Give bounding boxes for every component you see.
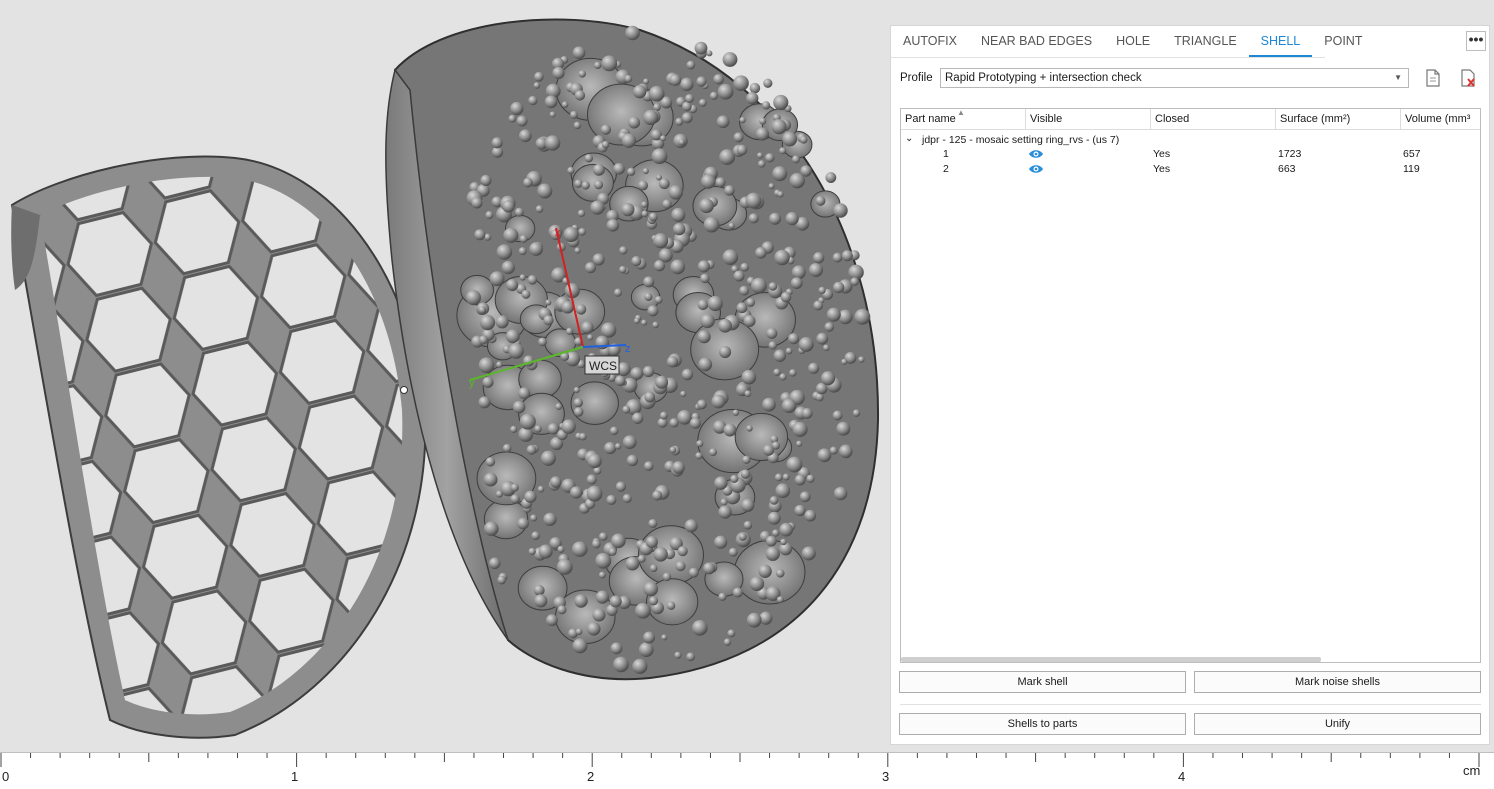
row-1-closed: Yes bbox=[1153, 148, 1171, 160]
shell-table[interactable]: Part name ▲ Visible Closed Surface (mm²)… bbox=[900, 108, 1481, 663]
tab-hole[interactable]: HOLE bbox=[1104, 26, 1162, 57]
unify-button[interactable]: Unify bbox=[1194, 713, 1481, 735]
row-2-closed: Yes bbox=[1153, 163, 1171, 175]
chevron-down-icon: ▼ bbox=[1394, 73, 1402, 82]
ruler-unit: cm bbox=[1463, 763, 1481, 778]
sort-asc-icon: ▲ bbox=[957, 108, 965, 117]
group-row-label[interactable]: jdpr - 125 - mosaic setting ring_rvs - (… bbox=[922, 133, 1119, 147]
tab-autofix[interactable]: AUTOFIX bbox=[891, 26, 969, 57]
ruler-label-1: 1 bbox=[291, 769, 299, 784]
shells-to-parts-button[interactable]: Shells to parts bbox=[899, 713, 1186, 735]
tab-near-bad-edges[interactable]: NEAR BAD EDGES bbox=[969, 26, 1104, 57]
profile-dropdown[interactable]: Rapid Prototyping + intersection check ▼ bbox=[940, 68, 1409, 88]
profile-label: Profile bbox=[900, 72, 933, 84]
ruler-label-3: 3 bbox=[882, 769, 890, 784]
mark-shell-button[interactable]: Mark shell bbox=[899, 671, 1186, 693]
eye-icon[interactable] bbox=[1028, 148, 1044, 160]
horizontal-scrollbar[interactable] bbox=[901, 657, 1321, 662]
chevron-down-icon[interactable]: ⌄ bbox=[905, 132, 913, 146]
z-axis-label: z bbox=[625, 343, 631, 355]
col-header-closed[interactable]: Closed bbox=[1151, 109, 1276, 130]
row-1-volume: 657 bbox=[1403, 148, 1421, 160]
mosaic-ring-shell bbox=[385, 18, 880, 681]
more-options-button[interactable]: ••• bbox=[1466, 31, 1486, 51]
wcs-label: WCS bbox=[589, 359, 617, 373]
row-1-name[interactable]: 1 bbox=[943, 147, 949, 161]
col-header-part-name[interactable]: Part name ▲ bbox=[901, 109, 1026, 130]
fix-panel: AUTOFIX NEAR BAD EDGES HOLE TRIANGLE SHE… bbox=[890, 25, 1490, 745]
delete-profile-icon[interactable] bbox=[1459, 68, 1477, 88]
button-divider bbox=[900, 704, 1481, 705]
ruler: 0 1 2 3 4 cm bbox=[0, 752, 1494, 789]
tab-bar: AUTOFIX NEAR BAD EDGES HOLE TRIANGLE SHE… bbox=[891, 26, 1374, 58]
tab-point[interactable]: POINT bbox=[1312, 26, 1374, 57]
mark-noise-shells-button[interactable]: Mark noise shells bbox=[1194, 671, 1481, 693]
tab-triangle[interactable]: TRIANGLE bbox=[1162, 26, 1249, 57]
save-profile-icon[interactable] bbox=[1424, 68, 1442, 88]
ruler-label-0: 0 bbox=[2, 769, 10, 784]
tab-shell[interactable]: SHELL bbox=[1248, 26, 1313, 57]
pick-point-marker bbox=[400, 386, 408, 394]
row-2-volume: 119 bbox=[1403, 163, 1420, 175]
row-1-surface: 1723 bbox=[1278, 148, 1302, 160]
profile-value: Rapid Prototyping + intersection check bbox=[945, 72, 1142, 84]
row-2-name[interactable]: 2 bbox=[943, 162, 949, 176]
ruler-label-2: 2 bbox=[587, 769, 595, 784]
x-axis-label: x bbox=[555, 227, 561, 239]
y-axis-label: y bbox=[469, 377, 475, 389]
col-header-visible[interactable]: Visible bbox=[1026, 109, 1151, 130]
row-2-surface: 663 bbox=[1278, 163, 1296, 175]
eye-icon[interactable] bbox=[1028, 163, 1044, 175]
col-header-surface[interactable]: Surface (mm²) bbox=[1276, 109, 1401, 130]
col-header-volume[interactable]: Volume (mm³ bbox=[1401, 109, 1480, 130]
hexagon-ring-shell bbox=[10, 155, 427, 739]
tab-divider bbox=[891, 57, 1325, 58]
ruler-label-4: 4 bbox=[1178, 769, 1186, 784]
